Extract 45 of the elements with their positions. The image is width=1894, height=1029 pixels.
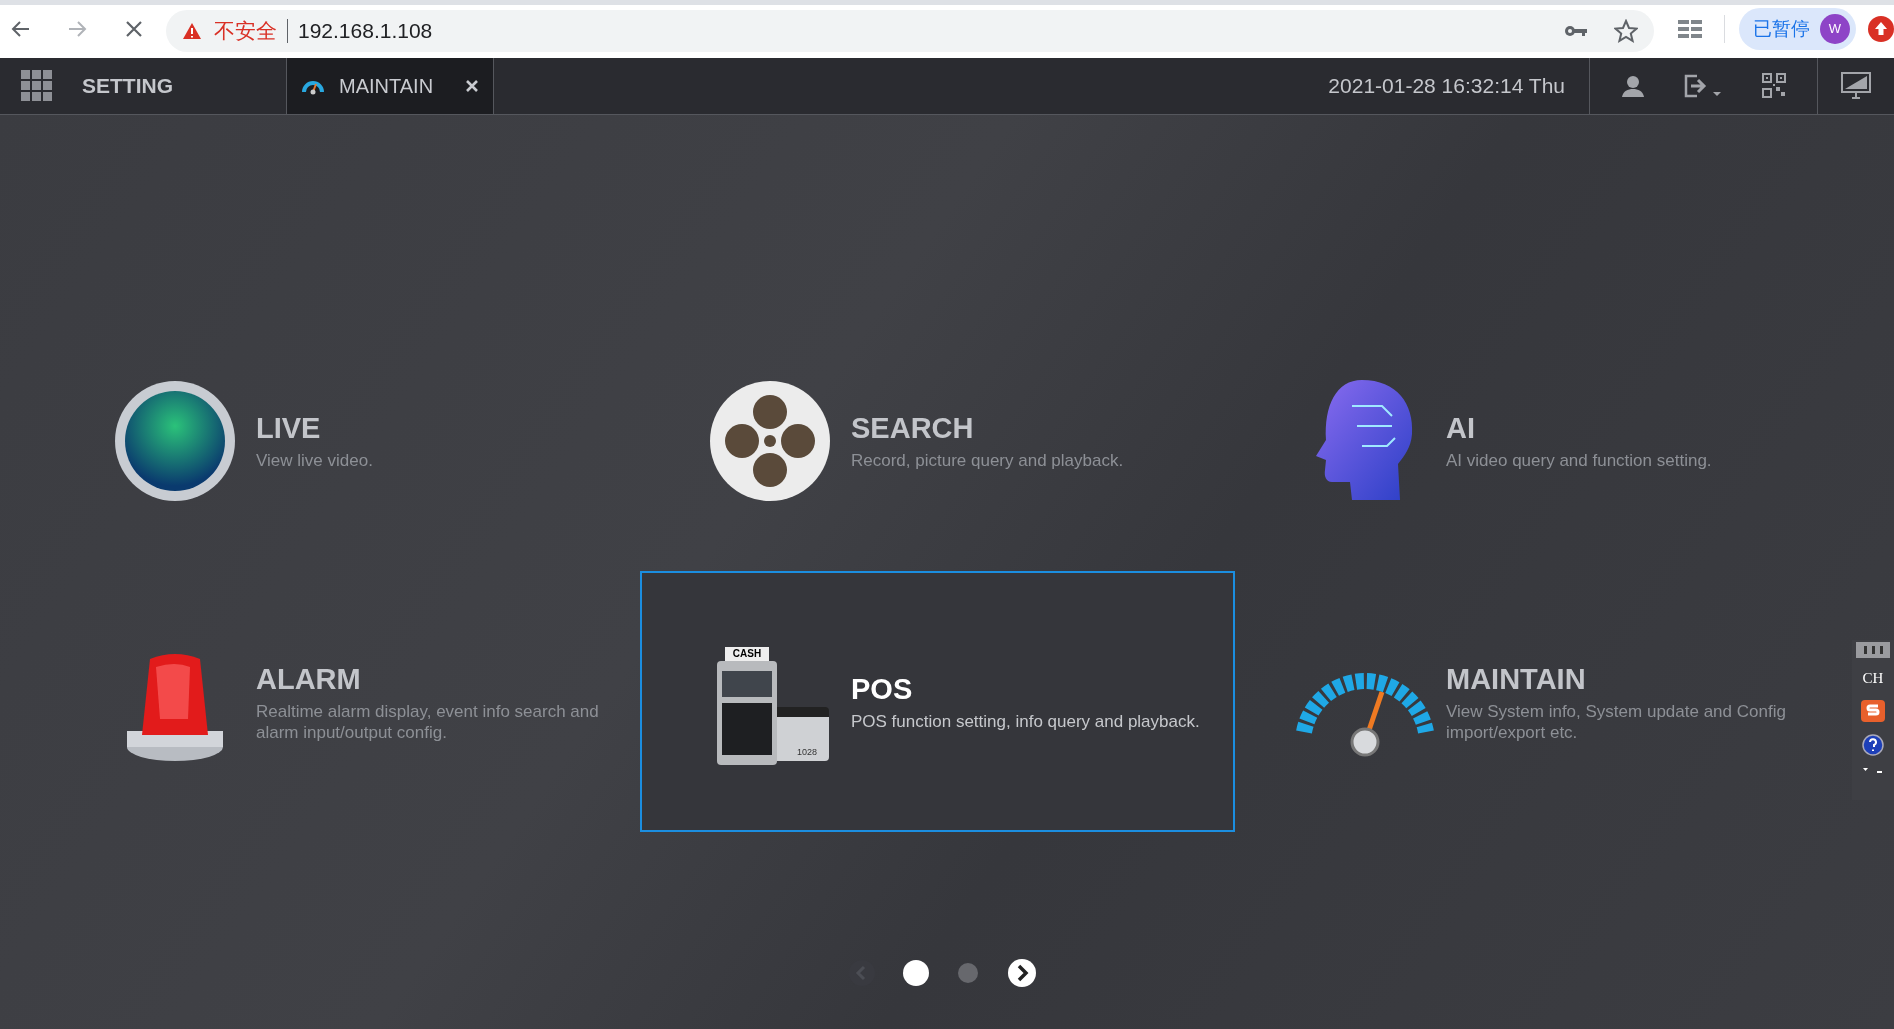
tile-description: Record, picture query and playback. [851,450,1125,471]
help-icon[interactable] [1862,733,1884,756]
user-icon[interactable] [1621,74,1646,98]
grip-icon[interactable] [1856,642,1890,658]
receipt-text: CASH [725,646,769,661]
menu-tile[interactable]: MAINTAIN View System info, System update and Config import/export etc. [1235,571,1830,832]
grid-menu-icon[interactable] [21,70,53,102]
tile-title: MAINTAIN [1446,661,1587,697]
menu-tile[interactable]: SEARCH Record, picture query and playback. [640,310,1235,571]
url-text: 192.168.1.108 [298,18,433,45]
tile-title: ALARM [256,661,362,697]
tile-description: View System info, System update and Config import/export etc. [1446,700,1787,743]
key-icon[interactable] [1564,24,1588,38]
tile-title: LIVE [256,411,322,446]
terminal-keypad [722,702,772,755]
star-icon[interactable] [1614,19,1638,43]
tile-description: AI video query and function setting. [1446,450,1713,471]
tile-title: AI [1446,411,1476,446]
tab[interactable]: MAINTAIN [287,58,494,114]
menu-tile[interactable]: ALARM Realtime alarm display, event info search and alarm input/output config. [45,571,640,832]
menu-tile[interactable]: LIVE View live video. [45,310,640,571]
card-number: 1028 [797,746,818,757]
tile-title: POS [851,672,914,707]
warning-icon [182,22,202,40]
address-bar[interactable]: 不安全 192.168.1.108 [166,10,1654,52]
security-label: 不安全 [214,18,277,45]
page-title: SETTING [82,73,173,100]
qr-code-icon[interactable] [1761,73,1786,99]
monitor-icon[interactable] [1841,72,1871,100]
close-icon[interactable] [465,79,479,93]
terminal-screen [722,670,772,697]
apps-icon[interactable] [1678,20,1702,38]
input-mode-text: CH [1862,669,1884,688]
avatar: W [1820,14,1850,44]
menu-tile[interactable]: AI AI video query and function setting. [1235,310,1830,571]
tile-description: POS function setting, info query and playback. [851,711,1201,732]
menu-tile[interactable]: CASH 1028 POS POS function setting, info query and playback. [640,571,1235,832]
tile-description: Realtime alarm display, event info search and alarm input/output config. [256,700,600,743]
tile-description: View live video. [256,450,374,471]
profile-button[interactable]: 已暂停 W [1739,8,1856,50]
date-time: 2021-01-28 16:32:14 Thu [1328,73,1565,100]
logout-icon[interactable] [1683,73,1724,99]
s-logo-icon[interactable] [1861,699,1885,722]
tile-title: SEARCH [851,411,975,446]
stop-icon[interactable] [124,19,144,39]
